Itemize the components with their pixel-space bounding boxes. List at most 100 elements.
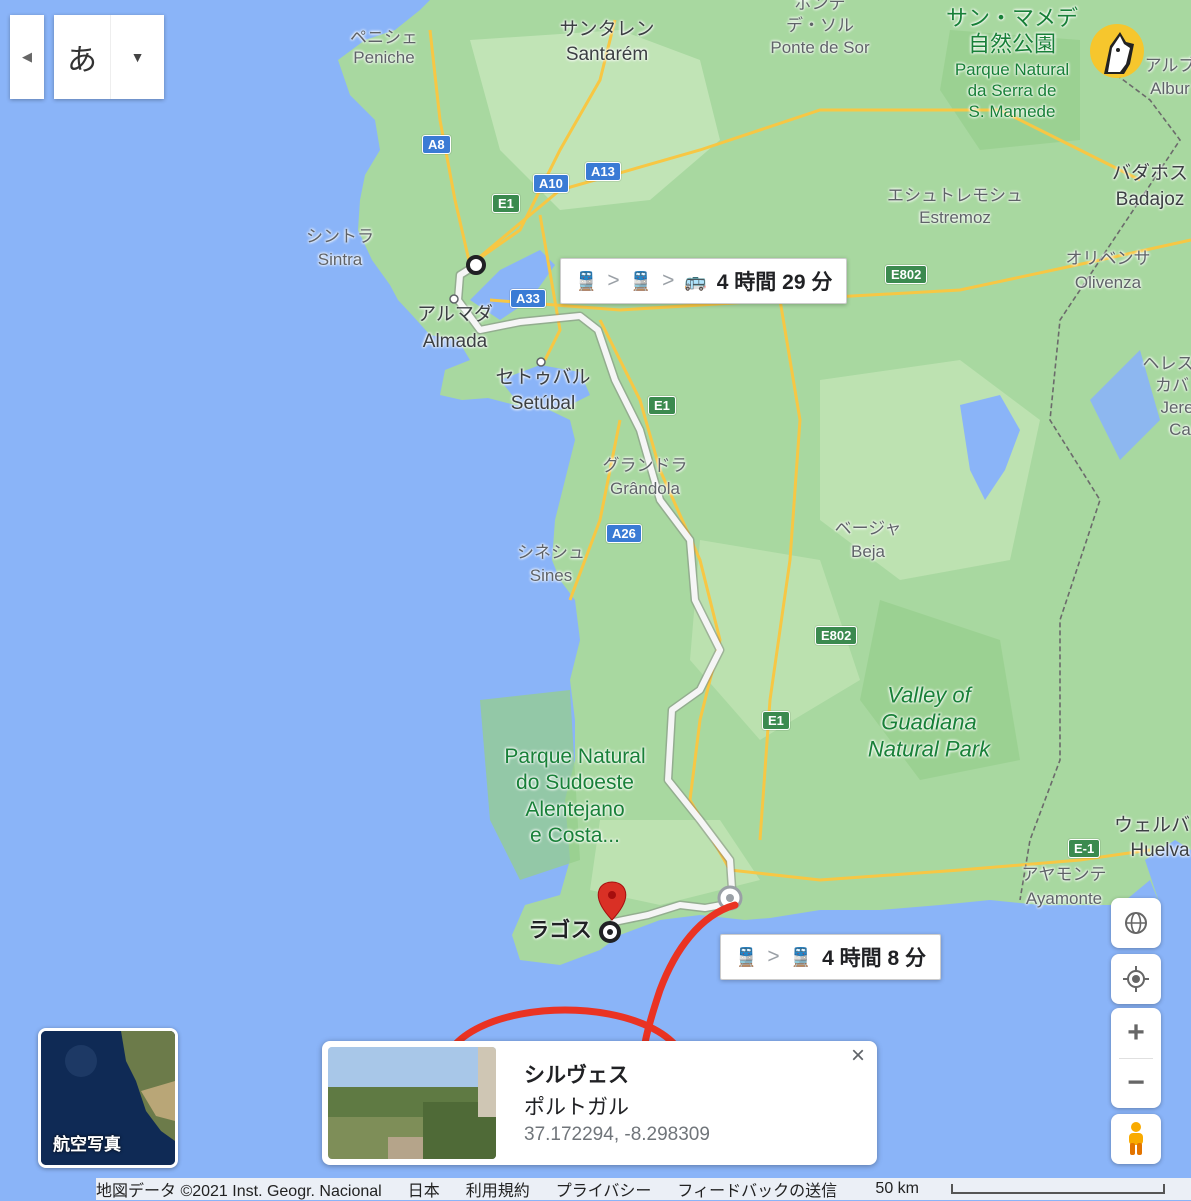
map-label-badajoz-ja[interactable]: バダホス [1112,164,1188,184]
input-tools-button[interactable]: あ ▼ [54,15,164,99]
map-label-peniche[interactable]: Peniche [353,49,414,67]
map-label-mamede-ja[interactable]: サン・マメデ [946,6,1078,29]
route-duration-pill-bottom[interactable]: 🚆> 🚆 4 時間 8 分 [720,934,941,980]
train-icon: 🚆 [630,271,652,292]
map-label-setubal-ja[interactable]: セトゥバル [495,368,590,388]
map-label-sudoeste1[interactable]: Parque Natural [504,746,645,768]
terms-link[interactable]: 利用規約 [466,1177,530,1201]
map-label-sudoeste4[interactable]: e Costa... [530,825,620,847]
map-label-beja[interactable]: Beja [851,543,885,561]
map-label-huelva[interactable]: Huelva [1130,841,1189,861]
scale-label: 50 km [875,1180,919,1198]
pegman-icon [1125,1121,1147,1157]
route-duration: 4 時間 29 分 [717,266,833,296]
scale-line [951,1184,1165,1194]
map-label-pontesor-ja[interactable]: ポンテ [795,0,846,13]
language-control: ◀ あ ▼ [10,15,164,99]
route-start-marker [468,257,484,273]
bus-icon: 🚌 [684,271,706,292]
my-location-icon [1122,965,1150,993]
close-icon[interactable]: × [845,1043,871,1069]
map-label-jere[interactable]: Jere [1160,399,1191,417]
feedback-link[interactable]: フィードバックの送信 [677,1177,837,1201]
place-card[interactable]: シルヴェス ポルトガル 37.172294, -8.298309 × [322,1041,877,1165]
map-label-herencas-ja[interactable]: ヘレス [1143,355,1191,373]
map-label-olivenza[interactable]: Olivenza [1075,274,1141,292]
chevron-down-icon[interactable]: ▼ [110,15,164,99]
street-view-pegman[interactable] [1111,1114,1161,1164]
map-label-almada-ja[interactable]: アルマダ [417,305,493,325]
country-link[interactable]: 日本 [408,1177,440,1201]
map-label-sudoeste2[interactable]: do Sudoeste [516,772,634,794]
road-shield-e802a: E802 [885,265,927,284]
map-label-estremoz[interactable]: Estremoz [919,209,991,227]
map-label-santarem-ja[interactable]: サンタレン [559,20,654,40]
map-label-sines-ja[interactable]: シネシュ [517,544,585,562]
left-arrow-icon: ◀ [22,49,32,65]
satellite-toggle[interactable]: 航空写真 [38,1028,178,1168]
road-shield-e1b: E1 [648,396,676,415]
map-label-sudoeste3[interactable]: Alentejano [525,799,624,821]
globe-button[interactable] [1111,898,1161,948]
map-label-almada[interactable]: Almada [423,332,487,352]
road-shield-e802b: E802 [815,626,857,645]
map-label-ayamonte-ja[interactable]: アヤモンテ [1022,866,1107,884]
scale-bar[interactable]: 50 km [875,1180,1191,1198]
collapse-panel-button[interactable]: ◀ [10,15,44,99]
road-shield-e1d: E-1 [1068,839,1100,858]
train-icon: 🚆 [735,947,757,968]
map-label-huelva-ja[interactable]: ウェルバ [1114,816,1190,836]
road-shield-e1c: E1 [762,711,790,730]
map-label-estremoz-ja[interactable]: エシュトレモシュ [887,187,1023,205]
map-label-alb[interactable]: Albur [1150,80,1190,98]
globe-icon [1123,910,1149,936]
map-label-badajoz[interactable]: Badajoz [1116,190,1185,210]
map-label-valley3[interactable]: Natural Park [868,737,990,760]
road-shield-a26: A26 [606,524,642,543]
map-label-mamede3[interactable]: S. Mamede [969,103,1056,121]
place-title: シルヴェス [524,1059,629,1089]
input-method-char: あ [54,35,110,79]
road-shield-e1a: E1 [492,194,520,213]
map-label-sintra-ja[interactable]: シントラ [306,228,374,246]
zoom-out-button[interactable]: − [1111,1058,1161,1108]
road-shield-a13: A13 [585,162,621,181]
map-label-sines[interactable]: Sines [530,567,573,585]
map-label-santarem[interactable]: Santarém [566,45,648,65]
road-shield-a10: A10 [533,174,569,193]
my-location-button[interactable] [1111,954,1161,1004]
map-label-beja-ja[interactable]: ベージャ [835,520,902,538]
train-icon: 🚆 [790,947,812,968]
map-footer: 地図データ ©2021 Inst. Geogr. Nacional 日本 利用規… [96,1178,1191,1200]
privacy-link[interactable]: プライバシー [556,1177,652,1201]
map-label-ca[interactable]: Ca [1169,421,1191,439]
route-duration-pill-top[interactable]: 🚆> 🚆> 🚌 4 時間 29 分 [560,258,847,304]
map-label-valley1[interactable]: Valley of [887,683,971,706]
map-label-ayamonte[interactable]: Ayamonte [1026,890,1102,908]
map-label-olivenza-ja[interactable]: オリベンサ [1066,250,1151,268]
train-icon: 🚆 [575,271,597,292]
map-label-sintra[interactable]: Sintra [318,251,362,269]
map-label-pontesor[interactable]: Ponte de Sor [770,39,869,57]
map-label-alb-ja[interactable]: アルブ [1145,57,1191,75]
map-label-mamede2[interactable]: da Serra de [968,82,1057,100]
map-label-peniche-ja[interactable]: ペニシェ [350,29,418,47]
dog-avatar-icon [1090,24,1144,78]
map-label-mamede1[interactable]: Parque Natural [955,61,1069,79]
road-shield-a33: A33 [510,289,546,308]
zoom-control: + − [1111,1008,1161,1108]
place-country: ポルトガル [524,1091,629,1121]
map-label-lagos-ja[interactable]: ラゴス [528,920,591,942]
map-label-pontesor-ja2[interactable]: デ・ソル [786,17,854,35]
account-avatar[interactable] [1090,24,1144,78]
place-coordinates: 37.172294, -8.298309 [524,1124,710,1146]
street-view-thumbnail[interactable] [328,1047,496,1159]
map-label-herencas-ja2[interactable]: カバ [1155,377,1189,395]
map-label-mamede-ja2[interactable]: 自然公園 [968,32,1056,55]
road-shield-a8: A8 [422,135,451,154]
map-label-grandola[interactable]: Grândola [610,480,680,498]
zoom-in-button[interactable]: + [1111,1008,1161,1058]
map-label-setubal[interactable]: Setúbal [511,394,575,414]
map-label-valley2[interactable]: Guadiana [881,710,976,733]
map-label-grandola-ja[interactable]: グランドラ [603,457,688,475]
